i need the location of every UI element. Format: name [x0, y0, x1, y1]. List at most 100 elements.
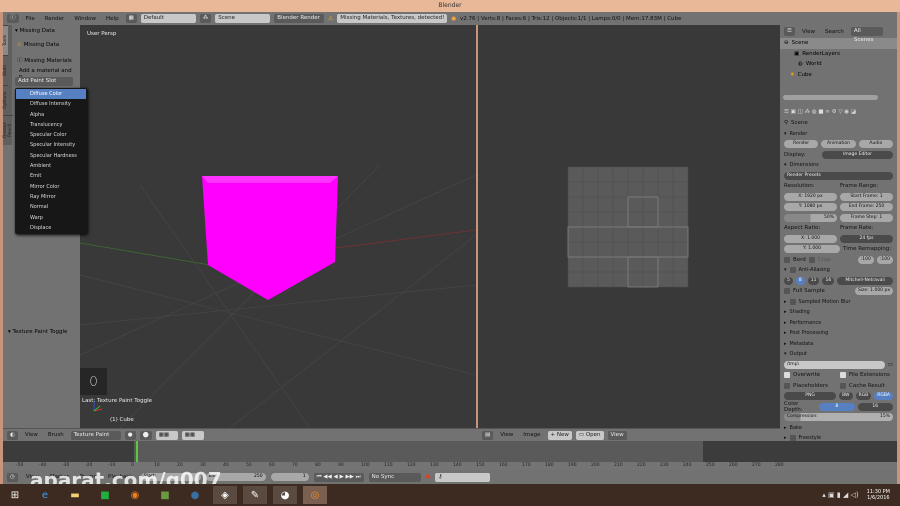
aa-16[interactable]: 16 — [822, 276, 835, 285]
record-icon[interactable]: ● — [426, 474, 431, 480]
overwrite-checkbox[interactable] — [784, 372, 790, 379]
missing-data-panel-header[interactable]: ▾ Missing Data — [15, 28, 55, 34]
panel-post-processing[interactable]: ▸ Post Processing — [780, 328, 897, 339]
paint-slot-option[interactable]: Displace — [16, 223, 86, 233]
blender-taskbar-icon[interactable]: ◎ — [303, 486, 327, 504]
end-frame-field[interactable]: End Frame: 250 — [840, 203, 893, 212]
menu-help[interactable]: Help — [103, 16, 122, 22]
aa-filter-select[interactable]: Mitchell-Netravali — [837, 276, 893, 285]
layout-icon[interactable]: ▦ — [125, 14, 137, 23]
aa-5[interactable]: 5 — [784, 276, 793, 285]
crop-checkbox[interactable] — [808, 256, 815, 263]
outliner-item-renderlayers[interactable]: ▣ RenderLayers — [780, 49, 897, 60]
editor-type-icon[interactable]: ☰ — [784, 27, 795, 36]
aa-11[interactable]: 11 — [807, 276, 820, 285]
outliner-scrollbar[interactable] — [783, 95, 878, 100]
menu-view[interactable]: View — [22, 432, 41, 438]
clock[interactable]: 11:30 PM 1/6/2016 — [867, 489, 890, 501]
paint-slot-option[interactable]: Emit — [16, 171, 86, 181]
unity-icon[interactable]: ◈ — [213, 486, 237, 504]
mode-select[interactable]: Texture Paint — [70, 430, 121, 440]
panel-shading[interactable]: ▸ Shading — [780, 307, 897, 318]
paint-slot-option[interactable]: Specular Color — [16, 130, 86, 140]
steam-icon[interactable]: ● — [183, 486, 207, 504]
color-bw[interactable]: BW — [839, 392, 853, 401]
panel-motion-blur[interactable]: ▸ Sampled Motion Blur — [780, 297, 897, 308]
start-frame-field[interactable]: Start Frame: 1 — [840, 192, 893, 201]
paint-slot-option[interactable]: Specular Intensity — [16, 140, 86, 150]
panel-bake[interactable]: ▸ Bake — [780, 423, 897, 434]
minecraft-icon[interactable]: ■ — [153, 486, 177, 504]
keying-set-field[interactable]: ⚷ — [435, 472, 491, 482]
layout-field[interactable]: Default — [140, 14, 196, 23]
playback-controls[interactable]: ⏮ ◀◀ ◀ ▶ ▶▶ ⏭ — [313, 472, 364, 482]
aa-checkbox[interactable] — [789, 267, 796, 274]
animation-button[interactable]: Animation — [821, 140, 856, 149]
layers-2[interactable]: ▦▦ — [181, 430, 204, 440]
panel-dimensions[interactable]: ▾ Dimensions — [780, 160, 897, 171]
menu-window[interactable]: Window — [71, 16, 99, 22]
sync-select[interactable]: No Sync — [368, 472, 421, 482]
aspect-y-field[interactable]: Y: 1.000 — [784, 245, 840, 254]
tray-icons[interactable]: ▴ ▣ ▮ ◢ ◁) — [822, 491, 858, 499]
render-engine-select[interactable]: Blender Render — [274, 14, 325, 23]
scene-field[interactable]: Scene — [215, 14, 271, 23]
paint-slot-option[interactable]: Diffuse Intensity — [16, 99, 86, 109]
render-button[interactable]: Render — [784, 140, 819, 149]
remap-old-field[interactable]: :100 — [857, 255, 874, 264]
store-icon[interactable]: ■ — [93, 486, 117, 504]
outliner-item-cube[interactable]: ✹ Cube — [780, 70, 897, 81]
menu-view[interactable]: View — [799, 29, 818, 35]
pivot-icon[interactable]: ⬤ — [139, 430, 152, 440]
menu-render[interactable]: Render — [42, 16, 68, 22]
file-explorer-icon[interactable]: ▬ — [63, 486, 87, 504]
tab-slots[interactable]: Slots — [3, 55, 8, 85]
aspect-x-field[interactable]: X: 1.000 — [784, 234, 837, 243]
panel-output[interactable]: ▾ Output — [780, 349, 897, 360]
depth-8[interactable]: 8 — [819, 402, 855, 411]
full-sample-checkbox[interactable] — [784, 288, 790, 295]
ie-icon[interactable]: e — [33, 486, 57, 504]
display-select[interactable]: Image Editor — [822, 150, 893, 159]
gimp-icon[interactable]: ✎ — [243, 486, 267, 504]
res-y-field[interactable]: Y: 1080 px — [784, 203, 837, 212]
placeholders-checkbox[interactable] — [784, 382, 790, 389]
panel-performance[interactable]: ▸ Performance — [780, 318, 897, 329]
filter-size-field[interactable]: Size: 1.000 px — [854, 287, 893, 296]
shading-icon[interactable]: ● — [124, 430, 136, 440]
panel-anti-aliasing[interactable]: ▾ Anti-Aliasing — [780, 265, 897, 276]
paint-slot-option[interactable]: Diffuse Color — [16, 89, 86, 100]
add-paint-slot-button[interactable]: Add Paint Slot — [15, 77, 73, 86]
layers-1[interactable]: ▦▦ — [155, 430, 178, 440]
tab-grease-pencil[interactable]: Grease Pencil — [3, 115, 13, 145]
firefox-icon[interactable]: ◉ — [123, 486, 147, 504]
menu-search[interactable]: Search — [822, 29, 847, 35]
current-frame-field[interactable]: 1 — [270, 473, 309, 481]
menu-file[interactable]: File — [23, 16, 38, 22]
editor-type-icon[interactable]: ◐ — [7, 430, 18, 440]
paint-slot-option[interactable]: Ray Mirror — [16, 192, 86, 202]
texture-paint-toggle-panel[interactable]: ▾ Texture Paint Toggle — [8, 329, 67, 335]
menu-image[interactable]: Image — [520, 432, 543, 438]
paint-slot-option[interactable]: Warp — [16, 213, 86, 223]
tab-tools[interactable]: Tools — [3, 25, 8, 55]
paint-slot-option[interactable]: Alpha — [16, 110, 86, 120]
file-format-select[interactable]: PNG — [784, 392, 837, 401]
motion-blur-checkbox[interactable] — [789, 298, 796, 305]
paint-slot-option[interactable]: Ambient — [16, 161, 86, 171]
uv-image-editor[interactable] — [478, 25, 780, 428]
output-path-field[interactable]: /tmp\ — [784, 360, 885, 369]
properties-tabs[interactable]: ☰ ▣ ◫ ⁂ ◍ ■ ∞ ⚙ ▽ ◉ ◪ — [780, 105, 897, 118]
editor-type-icon[interactable]: ◷ — [7, 472, 18, 482]
obs-icon[interactable]: ◕ — [273, 486, 297, 504]
file-ext-checkbox[interactable] — [840, 372, 846, 379]
fps-select[interactable]: 24 fps — [840, 234, 893, 243]
panel-metadata[interactable]: ▸ Metadata — [780, 339, 897, 350]
3d-viewport[interactable]: User Persp ⬯ Last: Texture Paint Toggle … — [80, 25, 476, 428]
warning-report[interactable]: Missing Materials, Textures, detected! — [337, 14, 448, 23]
cube-object[interactable] — [202, 176, 338, 300]
new-image-button[interactable]: + New — [547, 430, 572, 440]
resolution-percentage-slider[interactable]: 50% — [784, 213, 837, 222]
frame-step-field[interactable]: Frame Step: 1 — [840, 213, 893, 222]
color-rgba[interactable]: RGBA — [874, 392, 893, 401]
